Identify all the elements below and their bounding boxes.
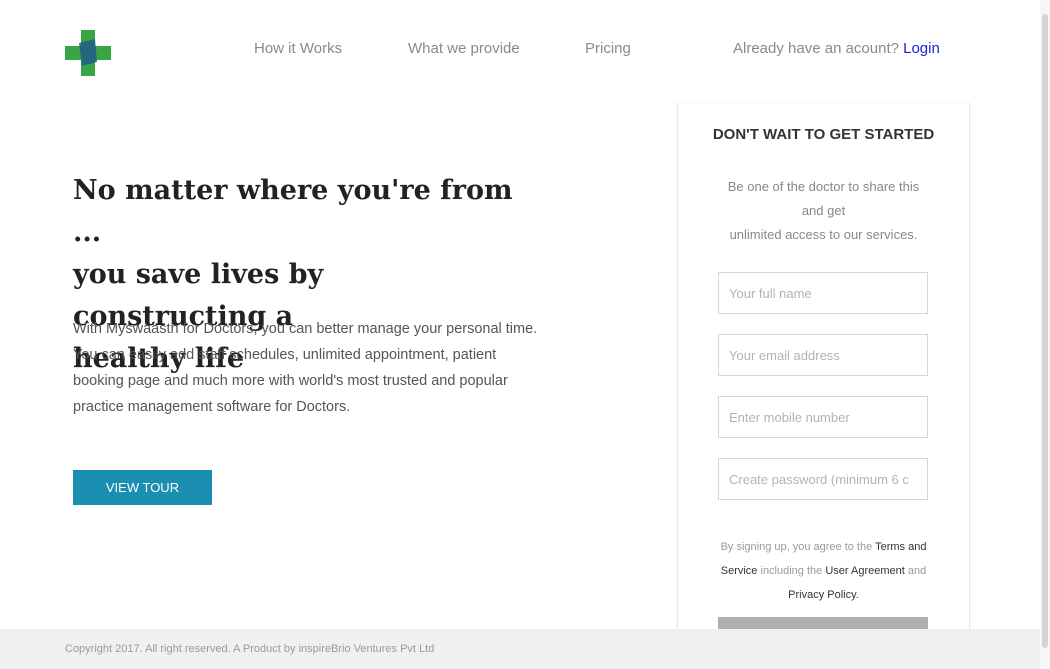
terms-notice: By signing up, you agree to the Terms an…	[718, 535, 929, 607]
email-input[interactable]	[718, 334, 928, 376]
signup-subtitle: Be one of the doctor to share this and g…	[718, 175, 929, 247]
copyright-text: Copyright 2017. All right reserved. A Pr…	[65, 643, 435, 655]
footer: Copyright 2017. All right reserved. A Pr…	[0, 629, 1040, 669]
terms-and: and	[904, 565, 927, 577]
mobile-input[interactable]	[718, 396, 928, 438]
nav-how-it-works[interactable]: How it Works	[254, 40, 342, 58]
full-name-input[interactable]	[718, 272, 928, 314]
user-agreement-link[interactable]: User Agreement	[825, 565, 904, 577]
signup-panel: DON'T WAIT TO GET STARTED Be one of the …	[677, 103, 970, 643]
password-input[interactable]	[718, 458, 928, 500]
login-link[interactable]: Login	[903, 40, 940, 57]
terms-prefix: By signing up, you agree to the	[720, 541, 876, 553]
scrollbar-thumb[interactable]	[1042, 14, 1048, 648]
signup-subtitle-line: Be one of the doctor to share this and g…	[727, 179, 920, 218]
account-prompt-text: Already have an acount?	[733, 40, 904, 57]
hero-title-line: No matter where you're from ...	[73, 175, 513, 248]
account-prompt: Already have an acount? Login	[733, 40, 940, 58]
privacy-policy-link[interactable]: Privacy Policy.	[788, 589, 859, 601]
signup-subtitle-line: unlimited access to our services.	[729, 227, 918, 242]
signup-title: DON'T WAIT TO GET STARTED	[712, 126, 935, 143]
nav-what-we-provide[interactable]: What we provide	[408, 40, 520, 58]
terms-middle: including the	[757, 565, 826, 577]
view-tour-button[interactable]: VIEW TOUR	[73, 470, 212, 505]
nav-pricing[interactable]: Pricing	[585, 40, 631, 58]
page-scrollbar[interactable]	[1040, 0, 1050, 669]
medical-cross-icon	[65, 30, 111, 76]
hero-description: With Myswaasth for Doctors, you can bett…	[73, 321, 538, 415]
brand-logo[interactable]	[65, 30, 111, 76]
